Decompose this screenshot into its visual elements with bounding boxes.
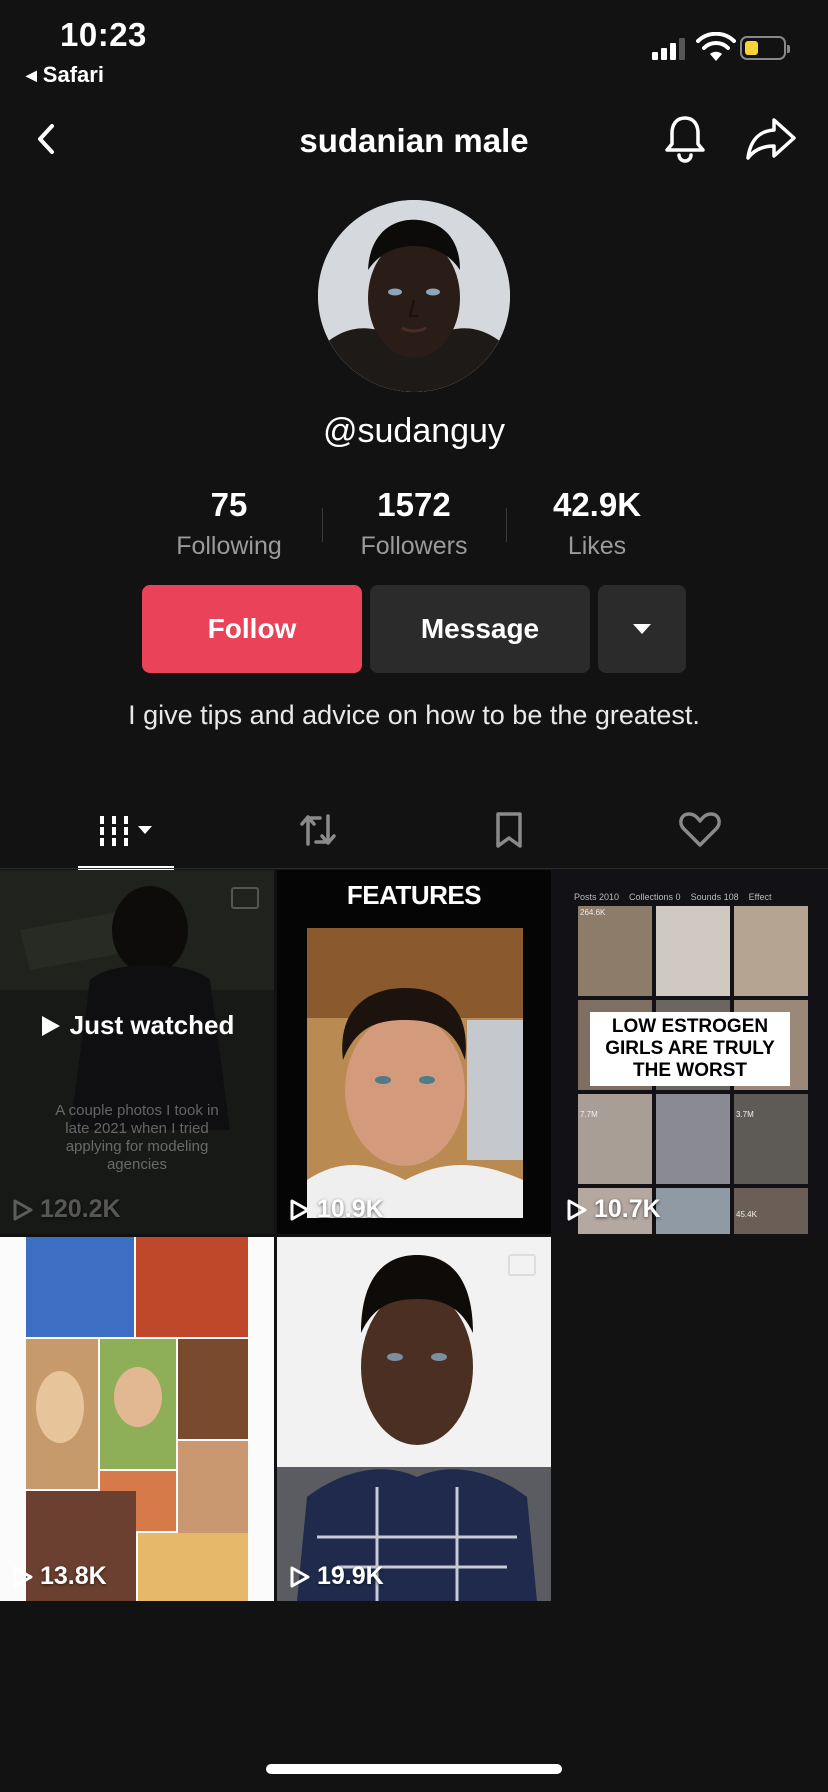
play-icon — [13, 1199, 33, 1220]
just-watched-text: Just watched — [69, 1010, 235, 1040]
play-icon — [13, 1566, 33, 1587]
view-count: 120.2K — [12, 1195, 121, 1224]
video-thumbnail[interactable]: Just watched A couple photos I took in l… — [0, 870, 274, 1234]
view-count-value: 120.2K — [40, 1195, 121, 1223]
stat-following-value: 75 — [210, 486, 248, 523]
more-options-button[interactable] — [598, 585, 686, 673]
tab-videos[interactable] — [34, 790, 220, 870]
view-count: 13.8K — [12, 1562, 107, 1591]
video-caption: A couple photos I took in late 2021 when… — [55, 1102, 219, 1173]
stat-followers[interactable]: 1572 Followers — [324, 486, 504, 561]
video-5-image — [277, 1237, 551, 1601]
view-count-value: 10.9K — [317, 1195, 384, 1223]
stat-followers-value: 1572 — [377, 486, 451, 523]
wifi-icon — [696, 32, 736, 61]
status-time: 10:23 — [60, 16, 147, 53]
inner-count: 264.6K — [580, 908, 606, 917]
battery-nub — [787, 45, 790, 53]
cellular-signal-icon — [652, 36, 685, 60]
video-1-image — [0, 870, 274, 1234]
avatar[interactable] — [318, 200, 510, 392]
status-bar: 10:23 ◀ Safari — [0, 0, 828, 90]
back-to-safari-link[interactable]: ◀ Safari — [26, 62, 104, 88]
inner-count: 3.7M — [736, 1110, 754, 1119]
avatar-image — [318, 200, 510, 392]
video-4-image — [0, 1237, 274, 1601]
video-thumbnail[interactable]: Posts 2010 Collections 0 Sounds 108 Effe… — [554, 870, 828, 1234]
inner-count: 45.4K — [736, 1210, 757, 1219]
profile-bio: I give tips and advice on how to be the … — [128, 700, 700, 730]
inner-tab: Collections 0 — [629, 892, 681, 902]
follow-button[interactable]: Follow — [142, 585, 362, 673]
video-thumbnail[interactable]: 13.8K — [0, 1237, 274, 1601]
stat-following[interactable]: 75 Following — [139, 486, 319, 561]
bookmark-icon — [496, 812, 522, 848]
inner-tab: Sounds 108 — [690, 892, 739, 902]
video-overlay-text: LOW ESTROGEN GIRLS ARE TRULY THE WORST — [590, 1012, 790, 1086]
grid-icon — [100, 816, 152, 846]
profile-stats: 75 Following 1572 Followers 42.9K Likes — [0, 486, 828, 566]
stat-divider — [322, 508, 323, 542]
video-overlay-text: FEATURES — [346, 880, 482, 910]
play-solid-icon — [41, 1015, 60, 1036]
video-2-image — [277, 870, 551, 1234]
just-watched-label: Just watched — [0, 1010, 274, 1041]
view-count-value: 19.9K — [317, 1562, 384, 1590]
play-icon — [290, 1566, 310, 1587]
message-button[interactable]: Message — [370, 585, 590, 673]
battery-icon — [740, 36, 790, 60]
view-count-value: 13.8K — [40, 1562, 107, 1590]
tabs-divider — [0, 868, 828, 869]
stat-likes-label: Likes — [567, 532, 627, 560]
stat-likes[interactable]: 42.9K Likes — [507, 486, 687, 561]
profile-username: @sudanguy — [323, 412, 505, 450]
inner-profile-tabs: Posts 2010 Collections 0 Sounds 108 Effe… — [574, 892, 824, 902]
play-icon — [567, 1199, 587, 1220]
bell-icon[interactable] — [660, 112, 710, 164]
view-count: 10.7K — [566, 1195, 661, 1224]
stat-following-label: Following — [176, 532, 282, 560]
battery-fill — [745, 41, 758, 55]
play-icon — [290, 1199, 310, 1220]
stat-followers-label: Followers — [360, 532, 468, 560]
inner-count: 7.7M — [580, 1110, 598, 1119]
repost-icon — [300, 814, 336, 846]
tab-favorites[interactable] — [416, 790, 602, 870]
view-count-value: 10.7K — [594, 1195, 661, 1223]
heart-icon — [679, 812, 721, 847]
back-app-label: Safari — [42, 62, 104, 87]
home-indicator[interactable] — [266, 1764, 562, 1774]
video-thumbnail[interactable]: FEATURES 10.9K — [277, 870, 551, 1234]
inner-tab: Posts 2010 — [574, 892, 620, 902]
back-triangle-icon: ◀ — [26, 66, 37, 83]
tab-reposts[interactable] — [225, 790, 411, 870]
share-icon[interactable] — [744, 114, 798, 162]
profile-tabs — [0, 790, 828, 870]
caret-down-icon — [633, 624, 651, 634]
video-thumbnail[interactable]: 19.9K — [277, 1237, 551, 1601]
profile-header: sudanian male — [0, 100, 828, 180]
view-count: 10.9K — [289, 1195, 384, 1224]
tab-liked[interactable] — [607, 790, 793, 870]
view-count: 19.9K — [289, 1562, 384, 1591]
inner-tab: Effect — [748, 892, 772, 902]
stat-likes-value: 42.9K — [552, 486, 642, 523]
